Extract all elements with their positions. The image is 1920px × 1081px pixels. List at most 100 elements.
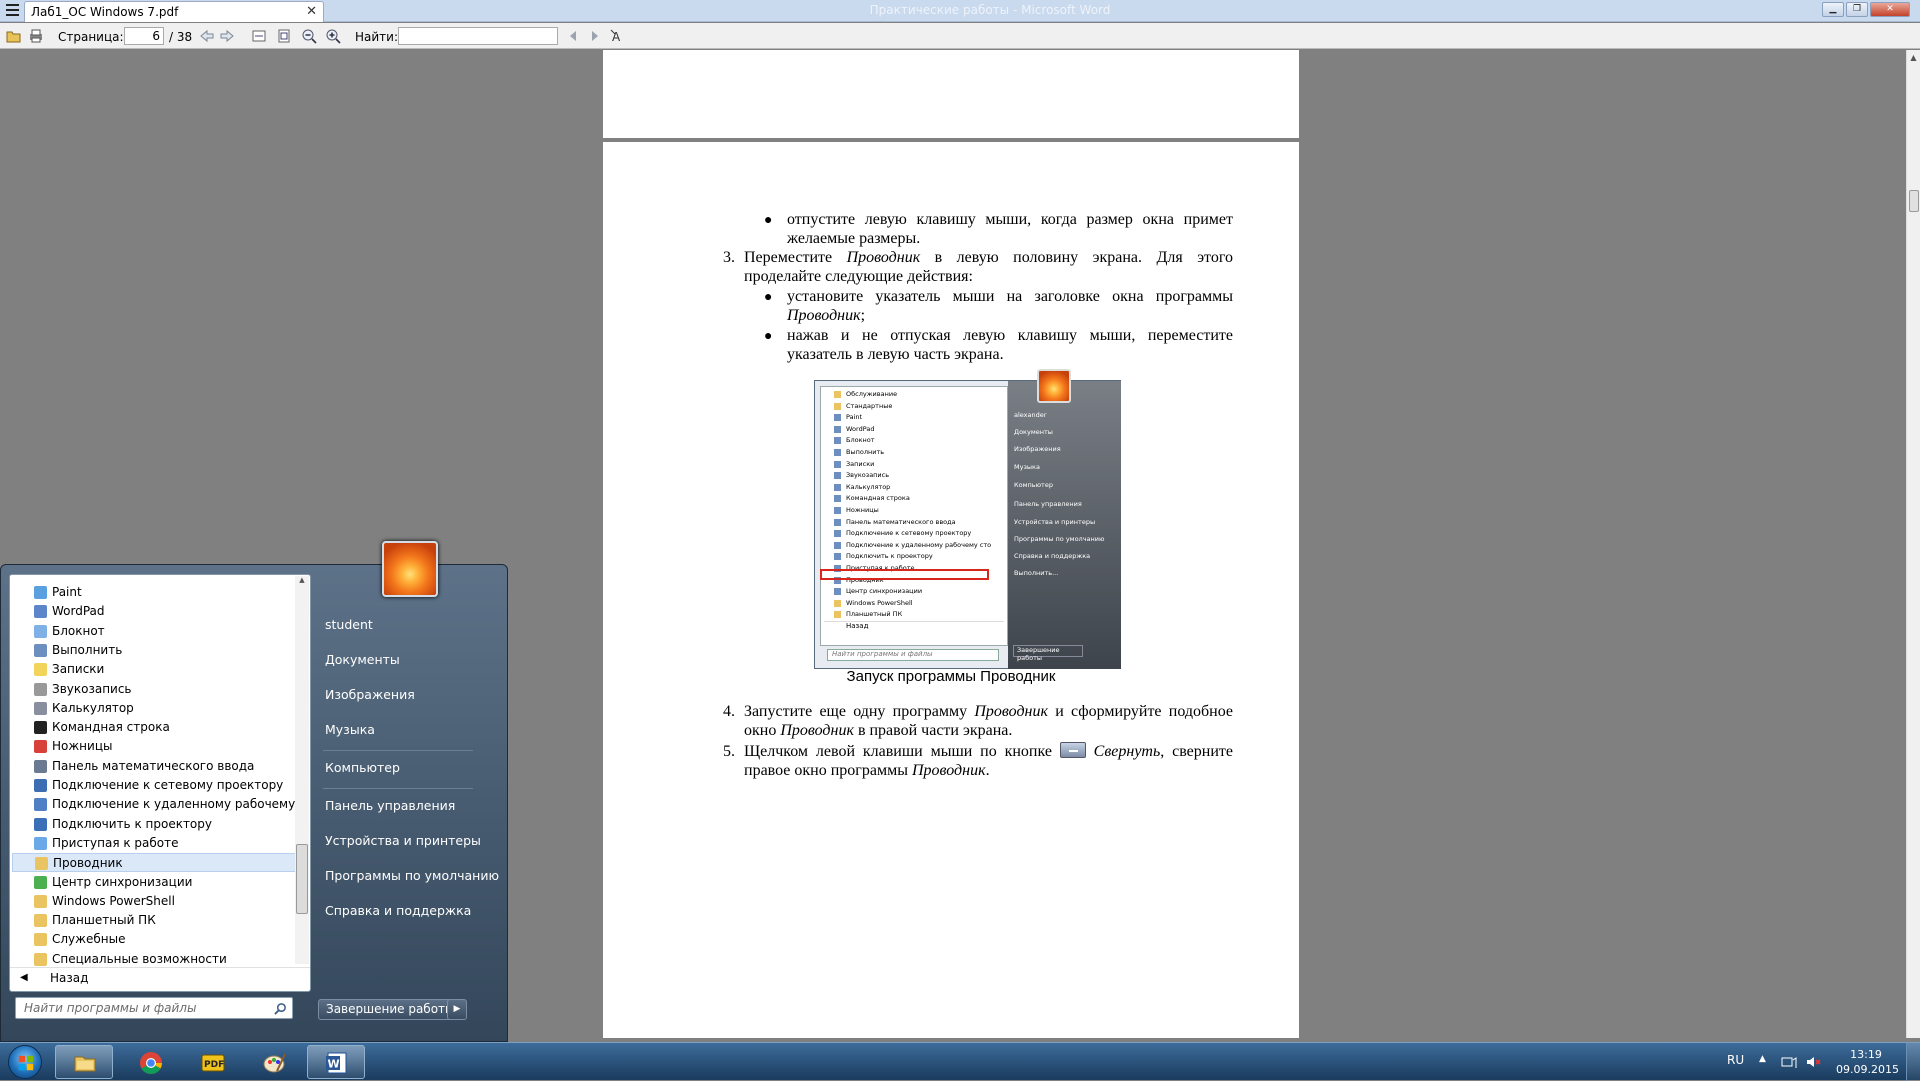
notepad-icon — [34, 624, 47, 638]
clock-date: 09.09.2015 — [1836, 1063, 1899, 1076]
page-number-input[interactable] — [124, 27, 164, 45]
fit-width-icon[interactable] — [251, 28, 267, 44]
next-page-icon[interactable] — [219, 28, 235, 44]
close-tab-icon[interactable]: ✕ — [306, 4, 317, 19]
program-item[interactable]: Подключить к проектору — [12, 815, 296, 834]
taskbar-explorer[interactable] — [55, 1045, 113, 1079]
zoom-out-icon[interactable] — [301, 28, 317, 44]
snipping-tool-icon — [34, 740, 47, 754]
program-item[interactable]: Специальные возможности — [12, 950, 296, 969]
program-item[interactable]: Панель математического ввода — [12, 757, 296, 776]
folder-icon — [834, 402, 841, 410]
program-item[interactable]: Выполнить — [12, 641, 296, 660]
program-item[interactable]: Центр синхронизации — [12, 873, 296, 892]
sync-center-icon — [34, 875, 47, 889]
figure-caption: Запуск программы Проводник — [846, 668, 1056, 685]
start-item-user[interactable]: student — [325, 617, 373, 632]
tab-document[interactable]: Лаб1_ОС Windows 7.pdf ✕ — [24, 1, 324, 22]
program-item[interactable]: WordPad — [12, 602, 296, 621]
figure-program-item: Звукозапись — [824, 470, 1002, 481]
fit-page-icon[interactable] — [276, 28, 292, 44]
maximize-button[interactable]: ❐ — [1846, 2, 1868, 17]
pdf-page: 12 — [603, 50, 1299, 138]
open-file-icon[interactable] — [6, 28, 22, 44]
show-hidden-icons-icon[interactable]: ▲ — [1759, 1054, 1766, 1064]
taskbar-chrome[interactable] — [121, 1045, 179, 1079]
back-button[interactable]: ◀ Назад — [10, 967, 310, 989]
print-icon[interactable] — [28, 28, 44, 44]
shutdown-options-icon[interactable]: ▶ — [447, 999, 467, 1020]
search-icon[interactable] — [274, 1002, 287, 1015]
find-input[interactable] — [398, 27, 558, 45]
start-item-pictures[interactable]: Изображения — [325, 687, 415, 702]
program-item[interactable]: Командная строка — [12, 718, 296, 737]
scroll-up-icon[interactable]: ▲ — [295, 576, 309, 584]
paint-icon — [263, 1053, 286, 1073]
scrollbar-thumb[interactable] — [296, 844, 308, 914]
figure-program-item: Командная строка — [824, 493, 1002, 504]
start-item-documents[interactable]: Документы — [325, 652, 400, 667]
divider — [323, 750, 473, 751]
vertical-scrollbar[interactable]: ▲ — [1906, 50, 1920, 1038]
program-item[interactable]: Блокнот — [12, 622, 296, 641]
action-center-icon[interactable] — [1781, 1054, 1797, 1070]
search-input[interactable]: Найти программы и файлы — [15, 997, 293, 1019]
start-item-computer[interactable]: Компьютер — [325, 760, 400, 775]
bullet-icon: ● — [764, 329, 773, 344]
find-previous-icon[interactable] — [565, 28, 581, 44]
zoom-in-icon[interactable] — [325, 28, 341, 44]
program-item[interactable]: Калькулятор — [12, 699, 296, 718]
volume-muted-icon[interactable] — [1805, 1054, 1821, 1070]
program-item[interactable]: Подключение к сетевому проектору — [12, 776, 296, 795]
start-item-devices[interactable]: Устройства и принтеры — [325, 833, 481, 848]
program-label: Подключение к сетевому проектору — [52, 778, 284, 792]
scrollbar-thumb[interactable] — [1909, 190, 1919, 212]
program-icon — [834, 425, 841, 433]
figure-program-item: Выполнить — [824, 447, 1002, 458]
language-indicator[interactable]: RU — [1727, 1053, 1744, 1067]
previous-page-icon[interactable] — [199, 28, 215, 44]
clock[interactable]: 13:19 09.09.2015 — [1836, 1047, 1899, 1077]
figure-program-item: Подключение к сетевому проектору — [824, 528, 1002, 539]
taskbar-paint[interactable] — [245, 1045, 303, 1079]
program-item[interactable]: Paint — [12, 583, 296, 602]
show-desktop-button[interactable] — [1906, 1043, 1920, 1081]
start-button[interactable] — [4, 1043, 48, 1081]
start-item-help[interactable]: Справка и поддержка — [325, 903, 471, 918]
match-case-icon[interactable]: A — [610, 28, 626, 44]
program-item[interactable]: Служебные — [12, 930, 296, 949]
shutdown-button[interactable]: Завершение работы — [318, 999, 466, 1020]
program-item[interactable]: Приступая к работе — [12, 834, 296, 853]
text-line: Проводник; — [787, 307, 866, 324]
program-icon — [834, 414, 841, 422]
page-label: Страница: — [58, 30, 124, 44]
programs-scrollbar[interactable]: ▲ — [295, 576, 309, 964]
start-item-music[interactable]: Музыка — [325, 722, 375, 737]
program-item[interactable]: Планшетный ПК — [12, 911, 296, 930]
close-button[interactable]: ✕ — [1870, 2, 1910, 17]
page-total: / 38 — [169, 30, 193, 44]
minimize-button[interactable]: ▁ — [1822, 2, 1844, 17]
scroll-up-icon[interactable]: ▲ — [1907, 53, 1920, 62]
remote-desktop-icon — [34, 798, 47, 812]
start-item-control-panel[interactable]: Панель управления — [325, 798, 455, 813]
find-next-icon[interactable] — [587, 28, 603, 44]
text-line: желаемые размеры. — [787, 230, 921, 247]
folder-icon — [834, 599, 841, 607]
program-item[interactable]: Звукозапись — [12, 680, 296, 699]
program-item[interactable]: Проводник — [12, 853, 296, 873]
start-item-default-programs[interactable]: Программы по умолчанию — [325, 868, 499, 883]
menu-icon[interactable] — [2, 1, 22, 21]
figure-program-item: Панель математического ввода — [824, 517, 1002, 528]
taskbar-pdf-reader[interactable]: PDF — [183, 1045, 241, 1079]
program-item[interactable]: Записки — [12, 660, 296, 679]
projector-icon — [34, 817, 47, 831]
user-avatar[interactable] — [382, 541, 438, 597]
program-icon — [834, 507, 841, 514]
program-item[interactable]: Ножницы — [12, 737, 296, 756]
text-line: Запустите еще одну программу Проводник и… — [744, 703, 1234, 720]
taskbar-word[interactable]: W — [307, 1045, 365, 1079]
program-item[interactable]: Подключение к удаленному рабочему столу — [12, 795, 296, 814]
figure-right-item: Документы — [1014, 428, 1053, 436]
program-item[interactable]: Windows PowerShell — [12, 892, 296, 911]
